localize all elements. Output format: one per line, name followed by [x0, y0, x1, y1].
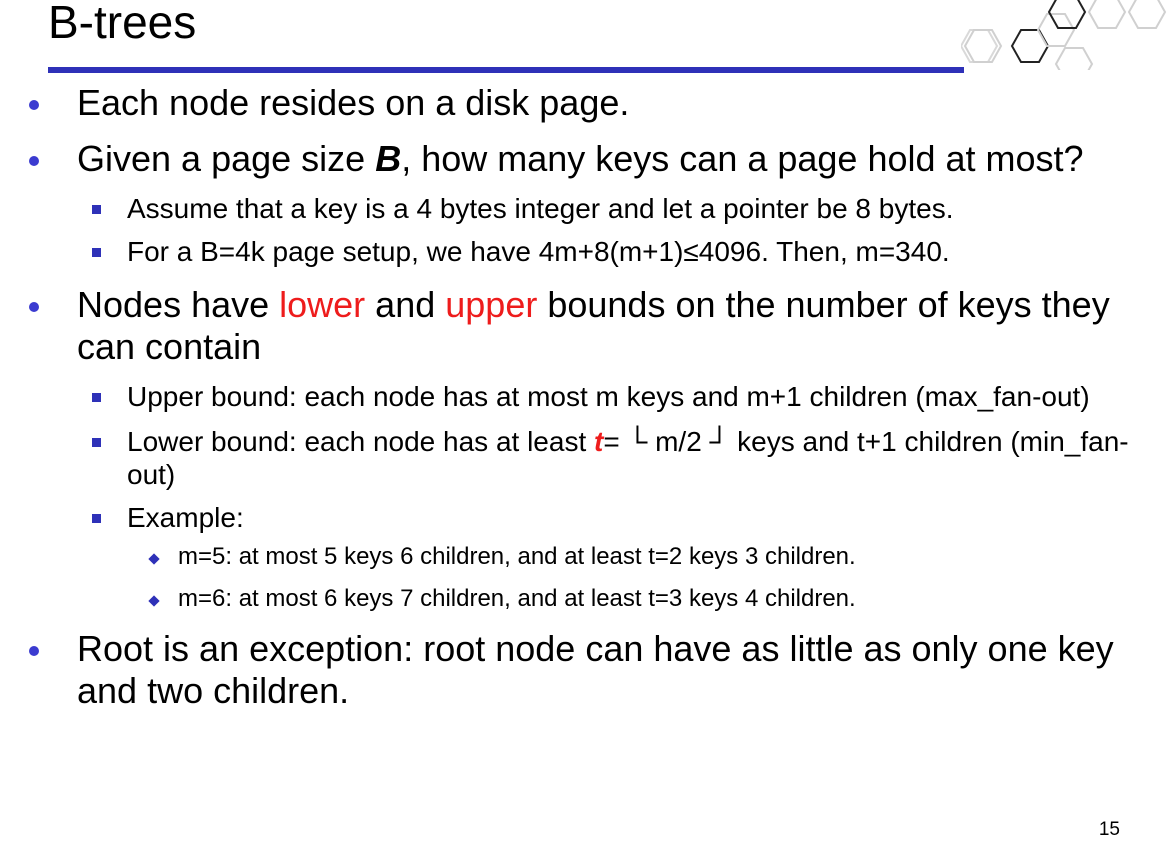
example-m6: m=6: at most 6 keys 7 children, and at l… [0, 584, 1176, 614]
slide-body: Each node resides on a disk page. Given … [0, 82, 1176, 712]
square-bullet-icon [92, 205, 101, 214]
variable-b: B [375, 138, 402, 179]
bullet-page-size: Given a page size B, how many keys can a… [0, 138, 1176, 180]
hexagon-decoration-icon [961, 0, 1167, 70]
diamond-bullet-icon [148, 595, 160, 607]
bullet-dot-icon [29, 100, 39, 110]
sub-bullet-text: For a B=4k page setup, we have 4m+8(m+1)… [127, 236, 950, 267]
bullet-text: Root is an exception: root node can have… [77, 628, 1114, 711]
bullet-text: and [365, 284, 446, 325]
sub-bullet-text: Assume that a key is a 4 bytes integer a… [127, 193, 954, 224]
example-text: m=5: at most 5 keys 6 children, and at l… [178, 543, 856, 570]
sub-bullet-example: Example: [0, 501, 1176, 534]
square-bullet-icon [92, 393, 101, 402]
variable-t: t [594, 426, 604, 457]
bullet-text: Nodes have [77, 284, 280, 325]
page-number: 15 [1098, 819, 1120, 840]
sub-bullet-page-setup: For a B=4k page setup, we have 4m+8(m+1)… [0, 235, 1176, 268]
bullet-dot-icon [29, 646, 39, 656]
bullet-bounds: Nodes have lower and upper bounds on the… [0, 284, 1176, 368]
bullet-text: Each node resides on a disk page. [77, 82, 630, 123]
highlight-upper: upper [445, 284, 538, 325]
diamond-bullet-icon [148, 553, 160, 565]
sub-bullet-text: Upper bound: each node has at most m key… [127, 381, 1090, 412]
square-bullet-icon [92, 514, 101, 523]
bullet-text: Given a page size [77, 138, 376, 179]
example-text: m=6: at most 6 keys 7 children, and at l… [178, 585, 856, 612]
sub-bullet-key-size: Assume that a key is a 4 bytes integer a… [0, 192, 1176, 225]
bullet-dot-icon [29, 156, 39, 166]
square-bullet-icon [92, 438, 101, 447]
example-m5: m=5: at most 5 keys 6 children, and at l… [0, 542, 1176, 572]
highlight-lower: lower [279, 284, 366, 325]
bullet-root-exception: Root is an exception: root node can have… [0, 628, 1176, 712]
sub-bullet-lower-bound: Lower bound: each node has at least t= └… [0, 425, 1176, 491]
sub-bullet-text: Example: [127, 502, 244, 533]
slide-title: B-trees [48, 0, 197, 48]
sub-bullet-text: Lower bound: each node has at least [127, 426, 595, 457]
square-bullet-icon [92, 248, 101, 257]
bullet-text: , how many keys can a page hold at most? [401, 138, 1084, 179]
bullet-disk-page: Each node resides on a disk page. [0, 82, 1176, 124]
bullet-dot-icon [29, 302, 39, 312]
sub-bullet-upper-bound: Upper bound: each node has at most m key… [0, 380, 1176, 413]
title-underline [48, 67, 964, 73]
